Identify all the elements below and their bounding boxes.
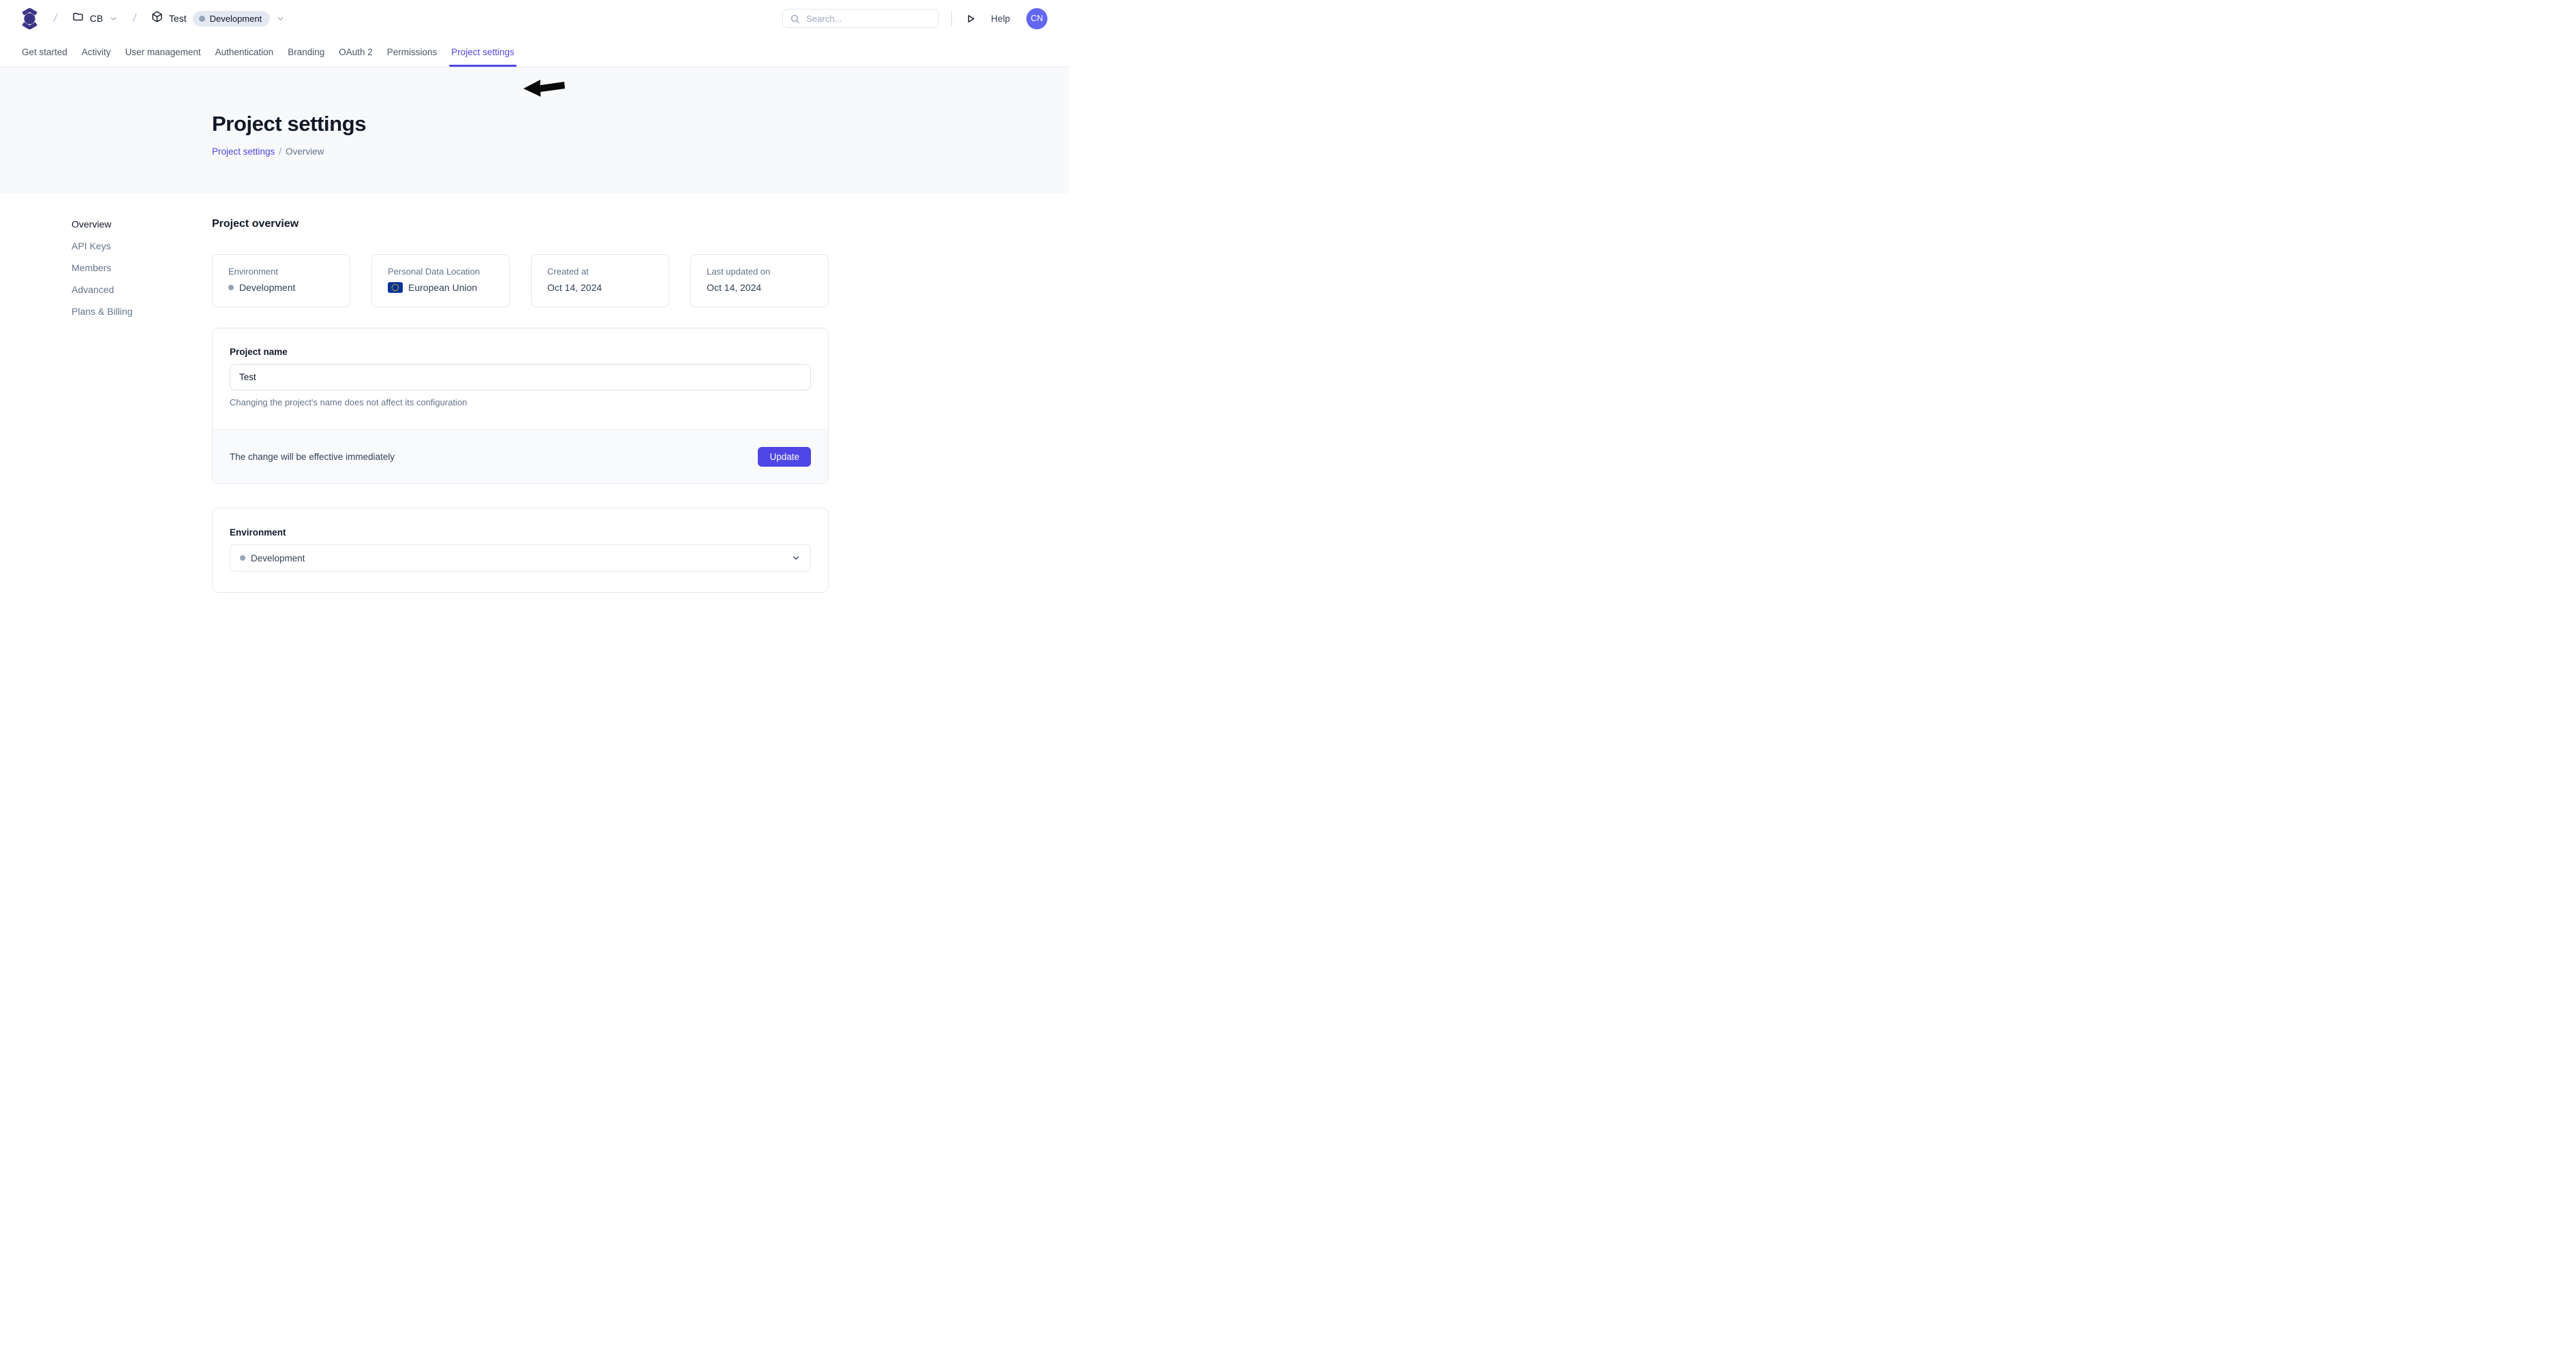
package-icon <box>151 11 163 26</box>
info-card-label: Environment <box>228 266 334 277</box>
content-area: Overview API Keys Members Advanced Plans… <box>0 193 1069 559</box>
info-card-label: Personal Data Location <box>388 266 493 277</box>
tab-authentication[interactable]: Authentication <box>215 37 275 67</box>
environment-badge: Development <box>193 11 271 27</box>
status-dot-icon <box>199 16 205 22</box>
tab-label: Get started <box>22 47 67 57</box>
breadcrumb-separator: / <box>279 146 281 157</box>
chevron-down-icon <box>791 553 801 563</box>
header-divider <box>951 11 952 26</box>
top-bar: / CB / Test Development <box>0 0 1069 37</box>
info-card-value: Development <box>239 282 296 293</box>
info-card-value: European Union <box>408 282 477 293</box>
tab-oauth-2[interactable]: OAuth 2 <box>338 37 373 67</box>
org-name: CB <box>90 13 103 24</box>
breadcrumb: Project settings / Overview <box>212 146 1069 157</box>
tab-label: Activity <box>82 47 111 57</box>
folder-icon <box>72 11 84 26</box>
tab-label: Permissions <box>387 47 438 57</box>
search-box[interactable] <box>782 9 939 28</box>
tab-label: Branding <box>288 47 324 57</box>
info-card-label: Last updated on <box>707 266 812 277</box>
project-name-label: Project name <box>230 347 811 357</box>
breadcrumb-current: Overview <box>286 146 324 157</box>
environment-label: Environment <box>230 527 811 538</box>
project-name-card-footer: The change will be effective immediately… <box>213 429 828 483</box>
info-card-personal-data-location: Personal Data Location European Union <box>371 254 510 307</box>
info-cards-row: Environment Development Personal Data Lo… <box>212 254 829 307</box>
footer-note: The change will be effective immediately <box>230 452 395 462</box>
tab-user-management[interactable]: User management <box>125 37 202 67</box>
environment-card: Environment Development <box>212 508 829 593</box>
project-name-card: Project name Changing the project's name… <box>212 328 829 484</box>
info-card-value: Oct 14, 2024 <box>547 282 602 293</box>
help-link[interactable]: Help <box>991 14 1010 24</box>
info-card-label: Created at <box>547 266 653 277</box>
page-header: Project settings Project settings / Over… <box>0 67 1069 193</box>
tab-label: Project settings <box>451 47 514 57</box>
sidebar-item-overview[interactable]: Overview <box>72 218 133 230</box>
project-switcher[interactable]: Test Development <box>151 11 285 27</box>
tab-label: OAuth 2 <box>339 47 373 57</box>
sidebar-item-plans-billing[interactable]: Plans & Billing <box>72 305 133 317</box>
tab-activity[interactable]: Activity <box>81 37 112 67</box>
tab-label: User management <box>125 47 201 57</box>
update-button[interactable]: Update <box>758 447 811 467</box>
sidebar-item-members[interactable]: Members <box>72 262 133 274</box>
environment-badge-label: Development <box>210 14 262 24</box>
breadcrumb-separator: / <box>132 12 138 25</box>
tab-get-started[interactable]: Get started <box>21 37 68 67</box>
tab-project-settings[interactable]: Project settings <box>450 37 515 67</box>
chevron-down-icon <box>109 14 118 23</box>
search-input[interactable] <box>806 14 932 24</box>
environment-select[interactable]: Development <box>230 544 811 572</box>
sidebar-item-advanced[interactable]: Advanced <box>72 283 133 296</box>
eu-flag-icon <box>388 282 403 293</box>
app-logo-icon[interactable] <box>20 8 39 29</box>
breadcrumb-separator: / <box>53 12 59 25</box>
environment-select-value: Development <box>251 553 305 563</box>
section-title: Project overview <box>212 218 298 230</box>
settings-sidebar: Overview API Keys Members Advanced Plans… <box>72 218 133 317</box>
info-card-created-at: Created at Oct 14, 2024 <box>531 254 669 307</box>
tab-label: Authentication <box>215 47 274 57</box>
tab-branding[interactable]: Branding <box>287 37 325 67</box>
project-name-input[interactable] <box>230 364 811 390</box>
chevron-down-icon <box>276 14 285 23</box>
org-switcher[interactable]: CB <box>72 11 118 26</box>
main-nav: Get started Activity User management Aut… <box>0 37 1069 67</box>
page-title: Project settings <box>212 112 1069 136</box>
user-avatar[interactable]: CN <box>1026 8 1047 29</box>
play-icon[interactable] <box>966 13 976 25</box>
status-dot-icon <box>228 285 234 290</box>
project-name-helper-text: Changing the project's name does not aff… <box>230 397 811 407</box>
sidebar-item-api-keys[interactable]: API Keys <box>72 240 133 252</box>
info-card-last-updated: Last updated on Oct 14, 2024 <box>690 254 829 307</box>
info-card-value: Oct 14, 2024 <box>707 282 761 293</box>
status-dot-icon <box>240 555 245 561</box>
breadcrumb-link-project-settings[interactable]: Project settings <box>212 146 275 157</box>
info-card-environment: Environment Development <box>212 254 350 307</box>
tab-permissions[interactable]: Permissions <box>386 37 438 67</box>
search-icon <box>790 14 800 24</box>
project-name: Test <box>169 13 187 24</box>
